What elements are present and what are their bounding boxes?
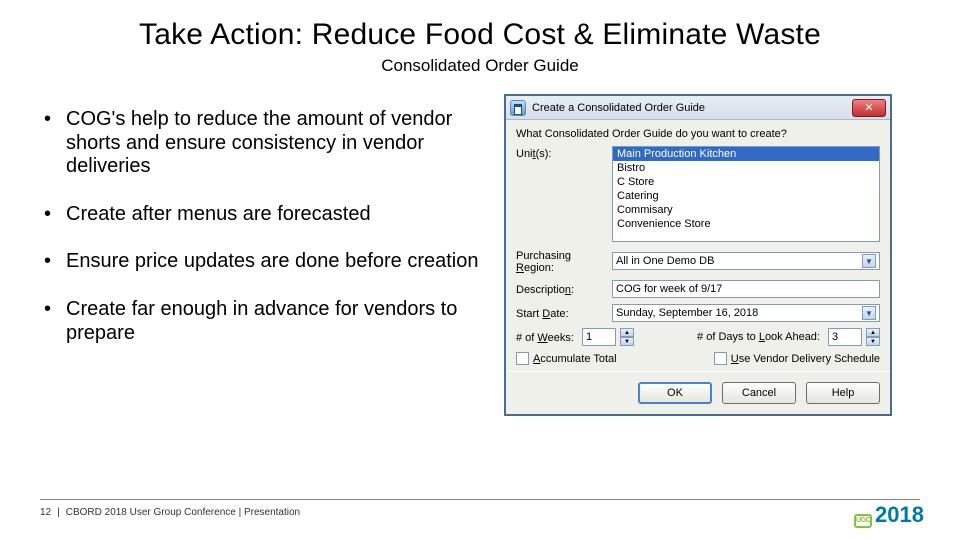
chevron-down-icon[interactable]: ▼ <box>862 254 876 268</box>
weeks-stepper[interactable]: ▲▼ <box>620 328 634 346</box>
slide-bullets: COG's help to reduce the amount of vendo… <box>40 94 480 416</box>
startdate-picker[interactable]: Sunday, September 16, 2018 ▼ <box>612 304 880 322</box>
list-item[interactable]: C Store <box>613 175 879 189</box>
dialog-title: Create a Consolidated Order Guide <box>532 102 852 114</box>
logo-year: 2018 <box>875 502 924 528</box>
ugc-2018-logo: UGC 2018 <box>854 502 924 528</box>
help-button[interactable]: Help <box>806 382 880 404</box>
dialog-create-cog: Create a Consolidated Order Guide ✕ What… <box>504 94 892 416</box>
startdate-value: Sunday, September 16, 2018 <box>616 307 758 319</box>
list-item[interactable]: Main Production Kitchen <box>613 147 879 161</box>
accumulate-label: Accumulate Total <box>533 353 617 365</box>
chevron-down-icon[interactable]: ▼ <box>620 337 634 346</box>
slide-title: Take Action: Reduce Food Cost & Eliminat… <box>40 18 920 52</box>
bullet-item: Create far enough in advance for vendors… <box>40 298 480 345</box>
separator <box>506 371 890 372</box>
region-label: Purchasing Region: <box>516 248 612 274</box>
chevron-down-icon[interactable]: ▼ <box>862 306 876 320</box>
chevron-up-icon[interactable]: ▲ <box>620 328 634 337</box>
bullet-item: Ensure price updates are done before cre… <box>40 250 480 274</box>
weeks-label: # of Weeks: <box>516 330 578 344</box>
cancel-button[interactable]: Cancel <box>722 382 796 404</box>
bullet-item: COG's help to reduce the amount of vendo… <box>40 108 480 179</box>
close-icon[interactable]: ✕ <box>852 99 886 117</box>
lookahead-input[interactable]: 3 <box>828 328 862 346</box>
list-item[interactable]: Commisary <box>613 203 879 217</box>
description-input[interactable]: COG for week of 9/17 <box>612 280 880 298</box>
list-item[interactable]: Catering <box>613 189 879 203</box>
lookahead-stepper[interactable]: ▲▼ <box>866 328 880 346</box>
slide-subtitle: Consolidated Order Guide <box>40 56 920 76</box>
description-label: Description: <box>516 282 612 296</box>
vendor-schedule-label: Use Vendor Delivery Schedule <box>731 353 880 365</box>
chevron-up-icon[interactable]: ▲ <box>866 328 880 337</box>
region-combo[interactable]: All in One Demo DB ▼ <box>612 252 880 270</box>
list-item[interactable]: Convenience Store <box>613 217 879 231</box>
vendor-schedule-checkbox[interactable] <box>714 352 727 365</box>
dialog-titlebar[interactable]: Create a Consolidated Order Guide ✕ <box>506 96 890 120</box>
units-listbox[interactable]: Main Production Kitchen Bistro C Store C… <box>612 146 880 242</box>
app-icon <box>510 100 526 116</box>
footer-rule <box>40 499 920 500</box>
accumulate-checkbox[interactable] <box>516 352 529 365</box>
startdate-label: Start Date: <box>516 306 612 320</box>
lookahead-label: # of Days to Look Ahead: <box>697 331 824 343</box>
bullet-item: Create after menus are forecasted <box>40 203 480 227</box>
slide-footer: 12 | CBORD 2018 User Group Conference | … <box>40 507 300 518</box>
logo-ugc-badge: UGC <box>854 514 872 528</box>
footer-text: CBORD 2018 User Group Conference | Prese… <box>66 507 300 518</box>
ok-button[interactable]: OK <box>638 382 712 404</box>
list-item[interactable]: Bistro <box>613 161 879 175</box>
region-value: All in One Demo DB <box>616 255 714 267</box>
weeks-input[interactable]: 1 <box>582 328 616 346</box>
units-label: Unit(s): <box>516 146 612 160</box>
dialog-prompt: What Consolidated Order Guide do you wan… <box>516 128 880 140</box>
page-number: 12 <box>40 507 51 518</box>
chevron-down-icon[interactable]: ▼ <box>866 337 880 346</box>
